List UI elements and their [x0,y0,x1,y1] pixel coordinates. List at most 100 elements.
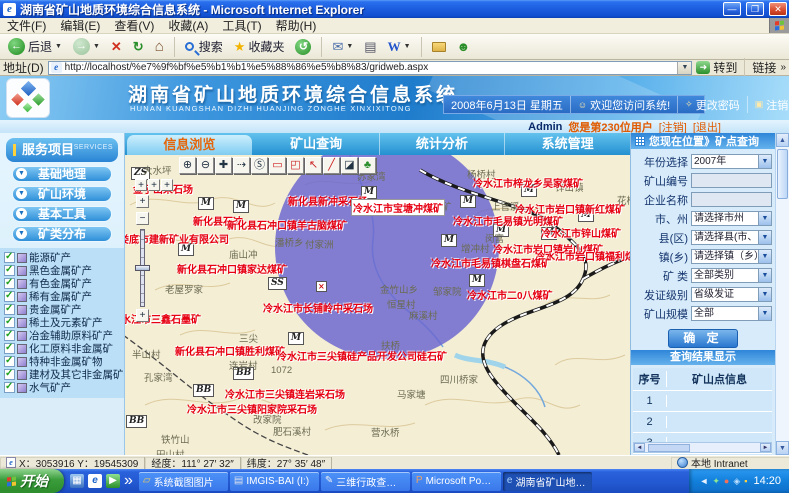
dropdown-arrow-icon[interactable]: ▼ [758,155,771,168]
taskbar-task-button[interactable]: ▱ 系统截图图片 [139,472,228,491]
scroll-right-icon[interactable]: ► [760,443,771,452]
map-tool-button[interactable]: ⊕ [179,157,196,174]
vertical-scrollbar[interactable]: ▲ ▼ [775,133,789,455]
field-control[interactable]: ▼ [691,173,772,188]
dropdown-arrow-icon[interactable]: ▼ [758,250,771,263]
pan-button[interactable]: + [135,179,147,191]
tray-icon[interactable]: ▪ [744,476,747,486]
mine-label[interactable]: 新化县石冲口镇家达煤矿 [177,261,287,276]
home-button[interactable]: ⌂ [151,39,168,55]
tray-icon[interactable]: ✦ [712,476,720,486]
map-tool-button[interactable]: Ⓢ [251,157,268,174]
field-control[interactable]: 请选择市州 ▼ [691,211,772,226]
mine-marker[interactable]: M [441,234,457,247]
tab[interactable]: 统计分析 [380,133,506,155]
stop-button[interactable]: ✕ [107,39,126,55]
layer-item[interactable]: 稀土及元素矿产 [0,316,124,329]
mine-label[interactable]: 冷水江市三尖镇硅产品开发公司硅石矿 [277,348,447,363]
layer-checkbox[interactable] [4,382,15,393]
mail-button[interactable]: ✉▼ [328,39,357,55]
mine-label[interactable]: 新化县石冲口镇胜利煤矿 [175,343,285,358]
tray-icon[interactable]: ● [724,476,729,486]
layer-item[interactable]: 特种非金属矿物 [0,355,124,368]
mine-label[interactable]: 冷水江市梓龙乡吴家煤矿 [473,175,583,190]
mine-marker[interactable]: × [316,281,327,292]
map-tool-button[interactable]: ♣ [359,157,376,174]
forward-button[interactable]: → ▼ [69,37,104,56]
sidebar-menu-button[interactable]: ▼ 矿类分布 [12,226,112,242]
folders-button[interactable] [428,41,450,53]
menu-item[interactable]: 收藏(A) [161,17,215,34]
mine-label[interactable]: 冷水江市三尖镇连岩采石场 [225,386,345,401]
restore-button[interactable]: ❐ [746,2,764,16]
layer-checkbox[interactable] [4,291,15,302]
layer-checkbox[interactable] [4,278,15,289]
close-button[interactable]: ✕ [769,2,787,16]
show-desktop-icon[interactable]: ▦ [70,474,84,488]
mine-marker[interactable]: BB [126,415,147,428]
layer-item[interactable]: 建材及其它非金属矿物 [0,368,124,381]
field-control[interactable]: 省级发证 ▼ [691,287,772,302]
mine-label[interactable]: 冷水江市三尖镇阳家院采石场 [187,401,317,416]
field-control[interactable]: 2007年 ▼ [691,154,772,169]
mine-label[interactable]: 冷水江市毛易镇棋盘石煤矿 [431,255,551,270]
search-button[interactable]: 搜索 [181,37,227,56]
favorites-button[interactable]: ★ 收藏夹 [230,37,289,56]
mine-label[interactable]: 冷水江市二0八煤矿 [467,287,553,302]
mine-label[interactable]: 冷水江市锌山煤矿 [541,225,621,240]
horizontal-scrollbar[interactable]: ◄ ► [633,442,772,453]
field-control[interactable]: 请选择县(市、 ▼ [691,230,772,245]
scroll-thumb[interactable] [777,149,788,199]
layer-checkbox[interactable] [4,265,15,276]
mine-marker[interactable]: M [198,197,214,210]
layer-item[interactable]: 能源矿产 [0,251,124,264]
zoom-in-button[interactable]: + [136,195,149,208]
layer-checkbox[interactable] [4,330,15,341]
table-row[interactable]: 1 [633,391,772,412]
quicklaunch-more-icon[interactable]: » [124,472,133,490]
menu-item[interactable]: 文件(F) [0,17,53,34]
go-button[interactable]: ➜ 转到 [696,59,737,76]
map-tool-button[interactable]: ⊖ [197,157,214,174]
scroll-down-icon[interactable]: ▼ [776,441,789,455]
mine-marker[interactable]: M [288,332,304,345]
map-tool-button[interactable]: ✚ [215,157,232,174]
ie-quicklaunch-icon[interactable]: e [88,474,102,488]
layer-checkbox[interactable] [4,252,15,263]
taskbar-task-button[interactable]: ▤ IMGIS-BAI (I:) [230,472,319,491]
history-button[interactable]: ↺ [291,38,315,56]
layer-item[interactable]: 冶金辅助原料矿产 [0,329,124,342]
pan-button[interactable]: + [161,179,173,191]
zoom-in-button[interactable]: + [136,309,149,322]
zoom-out-button[interactable]: − [136,212,149,225]
tab[interactable]: 系统管理 [505,133,630,155]
field-control[interactable]: 全部 ▼ [691,306,772,321]
address-input[interactable]: e http://localhost/%e7%9f%bf%e5%b1%b1%e5… [48,61,693,75]
tray-icon[interactable]: ◄ [699,476,708,486]
taskbar-task-button[interactable]: P Microsoft PowerP... [412,472,501,491]
messenger-button[interactable]: ☻ [453,39,475,55]
layer-item[interactable]: 有色金属矿产 [0,277,124,290]
dropdown-arrow-icon[interactable]: ▼ [758,212,771,225]
map-tool-button[interactable]: ╱ [323,157,340,174]
zoom-slider-handle[interactable] [135,265,150,271]
logout-link[interactable]: ▣注销 [747,96,789,113]
layer-item[interactable]: 黑色金属矿产 [0,264,124,277]
scroll-left-icon[interactable]: ◄ [634,443,645,452]
links-chevron-icon[interactable]: » [780,62,786,73]
layer-checkbox[interactable] [4,369,15,380]
field-control[interactable]: 全部类别 ▼ [691,268,772,283]
back-button[interactable]: ← 后退 ▼ [4,37,66,56]
menu-item[interactable]: 帮助(H) [269,17,324,34]
scroll-thumb[interactable] [648,444,690,452]
mine-marker[interactable]: BB [193,384,214,397]
media-player-icon[interactable]: ▶ [106,474,120,488]
print-button[interactable]: ▤ [360,39,380,55]
dropdown-arrow-icon[interactable]: ▼ [758,288,771,301]
mine-marker[interactable]: M [469,274,485,287]
dropdown-arrow-icon[interactable]: ▼ [758,269,771,282]
map-viewport[interactable]: ⊕⊖✚⇢Ⓢ▭◰↖╱◪♣ + + + + − + ZSMMMMMMMMMMMSS×… [125,155,630,455]
sidebar-menu-button[interactable]: ▼ 基础地理 [12,166,112,182]
minimize-button[interactable]: — [723,2,741,16]
mine-label[interactable]: 冷水江市宝塘冲煤矿 [351,199,445,216]
